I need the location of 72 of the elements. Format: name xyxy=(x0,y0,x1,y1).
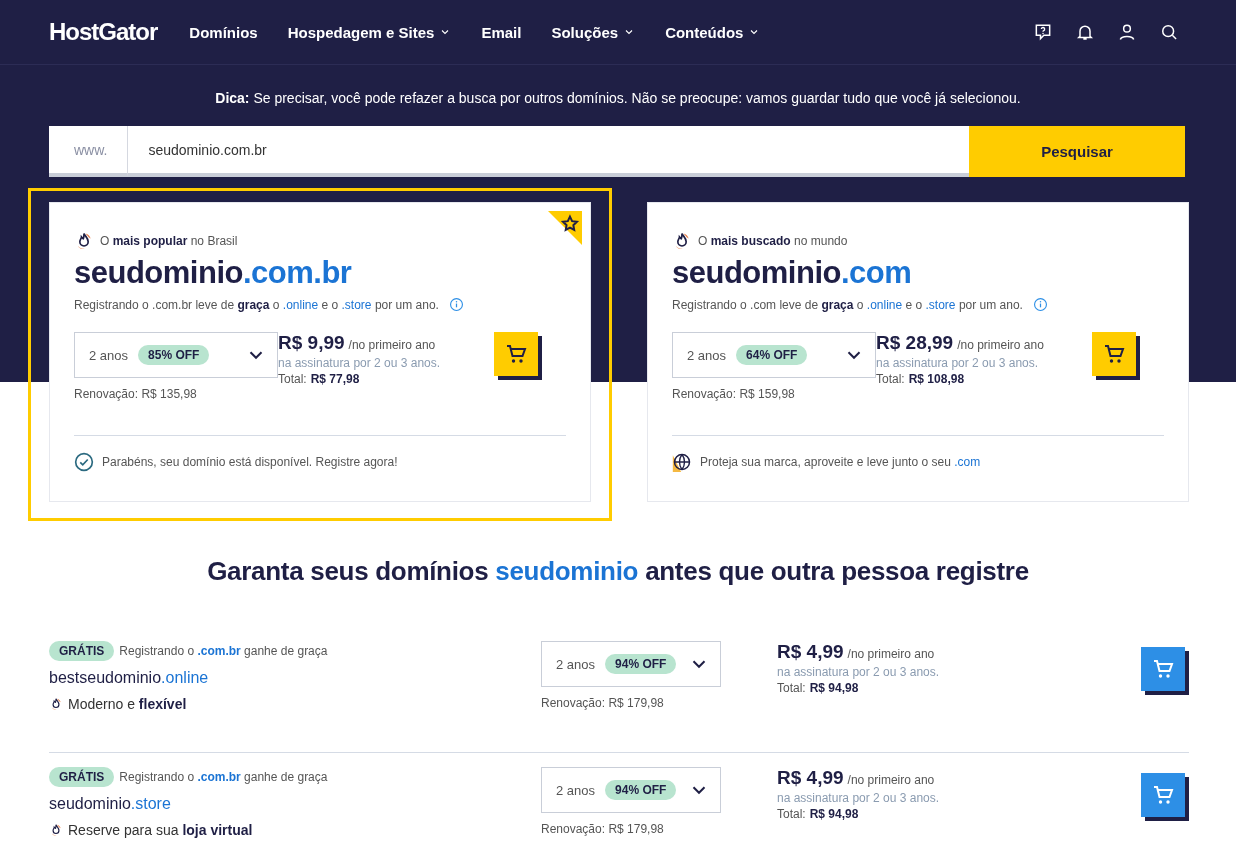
feature-text: Moderno e flexível xyxy=(68,696,187,712)
total-value: R$ 108,98 xyxy=(908,372,965,386)
discount-badge: 94% OFF xyxy=(605,780,677,800)
renewal-text: Renovação: R$ 159,98 xyxy=(672,387,796,401)
renewal-text: Renovação: R$ 135,98 xyxy=(74,387,198,401)
price-note: na assinatura por 2 ou 3 anos. xyxy=(278,356,442,370)
domain-name: seudominio.com xyxy=(672,255,913,291)
user-icon[interactable] xyxy=(1117,22,1137,42)
price: R$ 4,99 xyxy=(777,767,844,789)
flame-icon xyxy=(49,823,63,837)
status-message: Parabéns, seu domínio está disponível. Registre agora! xyxy=(102,455,398,469)
search-button[interactable]: Pesquisar xyxy=(969,126,1185,177)
help-icon[interactable] xyxy=(1033,22,1053,42)
price-unit: /no primeiro ano xyxy=(847,647,935,661)
total-label: Total: xyxy=(876,372,905,386)
cart-icon xyxy=(1151,783,1175,807)
period-select[interactable]: 2 anos 94% OFF xyxy=(541,641,721,687)
price-note: na assinatura por 2 ou 3 anos. xyxy=(777,791,941,805)
price: R$ 9,99 xyxy=(278,332,345,354)
status-message: Proteja sua marca, aproveite e leve junto o seu .com xyxy=(700,455,981,469)
discount-badge: 64% OFF xyxy=(736,345,808,365)
total-label: Total: xyxy=(278,372,307,386)
flame-icon xyxy=(49,697,63,711)
nav-menu-item[interactable]: Conteúdos xyxy=(665,23,761,41)
cart-icon xyxy=(1151,657,1175,681)
info-icon xyxy=(1032,297,1048,312)
discount-badge: 94% OFF xyxy=(605,654,677,674)
promo-note: Registrando o .com.br ganhe de graça xyxy=(119,644,328,658)
nav-menu-item[interactable]: Soluções xyxy=(551,23,636,41)
discount-badge: 85% OFF xyxy=(138,345,210,365)
total-label: Total: xyxy=(777,807,806,821)
promo-note: Registrando o .com leve de graça o .online e o .store por um ano. xyxy=(672,297,1023,312)
renewal-text: Renovação: R$ 179,98 xyxy=(541,696,665,710)
total-value: R$ 94,98 xyxy=(809,807,859,821)
promo-note: Registrando o .com.br ganhe de graça xyxy=(119,770,328,784)
price-unit: /no primeiro ano xyxy=(957,338,1044,352)
price-note: na assinatura por 2 ou 3 anos. xyxy=(777,665,941,679)
cart-icon xyxy=(1102,342,1126,366)
nav-menu-item[interactable]: Email xyxy=(481,23,522,41)
period-select[interactable]: 2 anos 94% OFF xyxy=(541,767,721,813)
globe-icon xyxy=(672,452,692,472)
www-prefix: www. xyxy=(49,126,129,177)
price-unit: /no primeiro ano xyxy=(348,338,436,352)
price-unit: /no primeiro ano xyxy=(847,773,935,787)
promo-note: Registrando o .com.br leve de graça o .online e o .store por um ano. xyxy=(74,297,439,312)
cart-icon xyxy=(504,342,528,366)
search-icon[interactable] xyxy=(1159,22,1179,42)
nav-menu-item[interactable]: Domínios xyxy=(189,23,258,41)
info-icon xyxy=(448,297,464,312)
total-value: R$ 94,98 xyxy=(809,681,859,695)
logo[interactable]: HostGator xyxy=(49,18,158,46)
tagline-text: O mais buscado no mundo xyxy=(698,234,848,248)
total-value: R$ 77,98 xyxy=(310,372,360,386)
price: R$ 28,99 xyxy=(876,332,954,354)
free-badge: GRÁTIS xyxy=(49,641,115,661)
feature-text: Reserve para sua loja virtual xyxy=(68,822,253,838)
tagline-text: O mais popular no Brasil xyxy=(100,234,238,248)
domain-name: seudominio.store xyxy=(49,795,172,813)
search-field[interactable]: seudominio.com.br xyxy=(128,126,969,177)
period-select[interactable]: 2 anos 85% OFF xyxy=(74,332,278,378)
free-badge: GRÁTIS xyxy=(49,767,115,787)
nav-menu-item[interactable]: Hospedagem e Sites xyxy=(287,23,452,41)
renewal-text: Renovação: R$ 179,98 xyxy=(541,822,665,836)
domain-name: seudominio.com.br xyxy=(74,255,353,291)
check-circle-icon xyxy=(74,452,94,472)
total-label: Total: xyxy=(777,681,806,695)
domain-name: bestseudominio.online xyxy=(49,669,210,687)
tip-text: Dica: Se precisar, você pode refazer a busca por outros domínios. Não se preocupe: vamos guardar tudo que você já selecionou. xyxy=(214,90,1022,106)
price: R$ 4,99 xyxy=(777,641,844,663)
section-heading: Garanta seus domínios seudominio antes que outra pessoa registre xyxy=(206,556,1030,587)
price-note: na assinatura por 2 ou 3 anos. xyxy=(876,356,1040,370)
period-select[interactable]: 2 anos 64% OFF xyxy=(672,332,876,378)
